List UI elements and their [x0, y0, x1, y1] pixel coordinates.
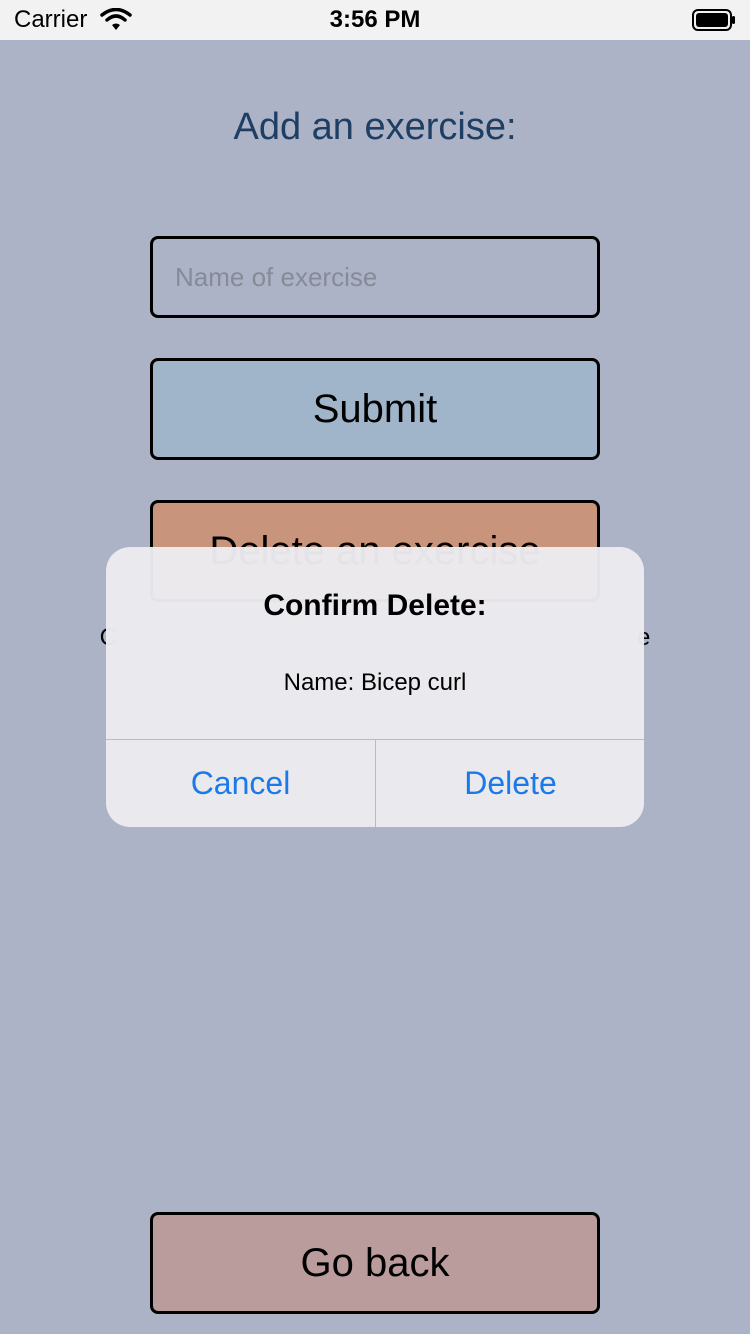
confirm-delete-alert: Confirm Delete: Name: Bicep curl Cancel …	[106, 547, 644, 827]
status-bar: Carrier 3:56 PM	[0, 0, 750, 40]
exercise-name-field[interactable]	[150, 236, 600, 318]
submit-button[interactable]: Submit	[150, 358, 600, 460]
page-title: Add an exercise:	[233, 106, 517, 148]
clock-time: 3:56 PM	[329, 6, 421, 33]
alert-title: Confirm Delete:	[263, 589, 487, 622]
exercise-name-input[interactable]	[175, 239, 585, 315]
go-back-button[interactable]: Go back	[150, 1212, 600, 1314]
battery-icon	[692, 9, 736, 31]
alert-message: Name: Bicep curl	[283, 669, 467, 696]
alert-cancel-button[interactable]: Cancel	[106, 740, 375, 827]
alert-delete-button[interactable]: Delete	[376, 740, 644, 827]
